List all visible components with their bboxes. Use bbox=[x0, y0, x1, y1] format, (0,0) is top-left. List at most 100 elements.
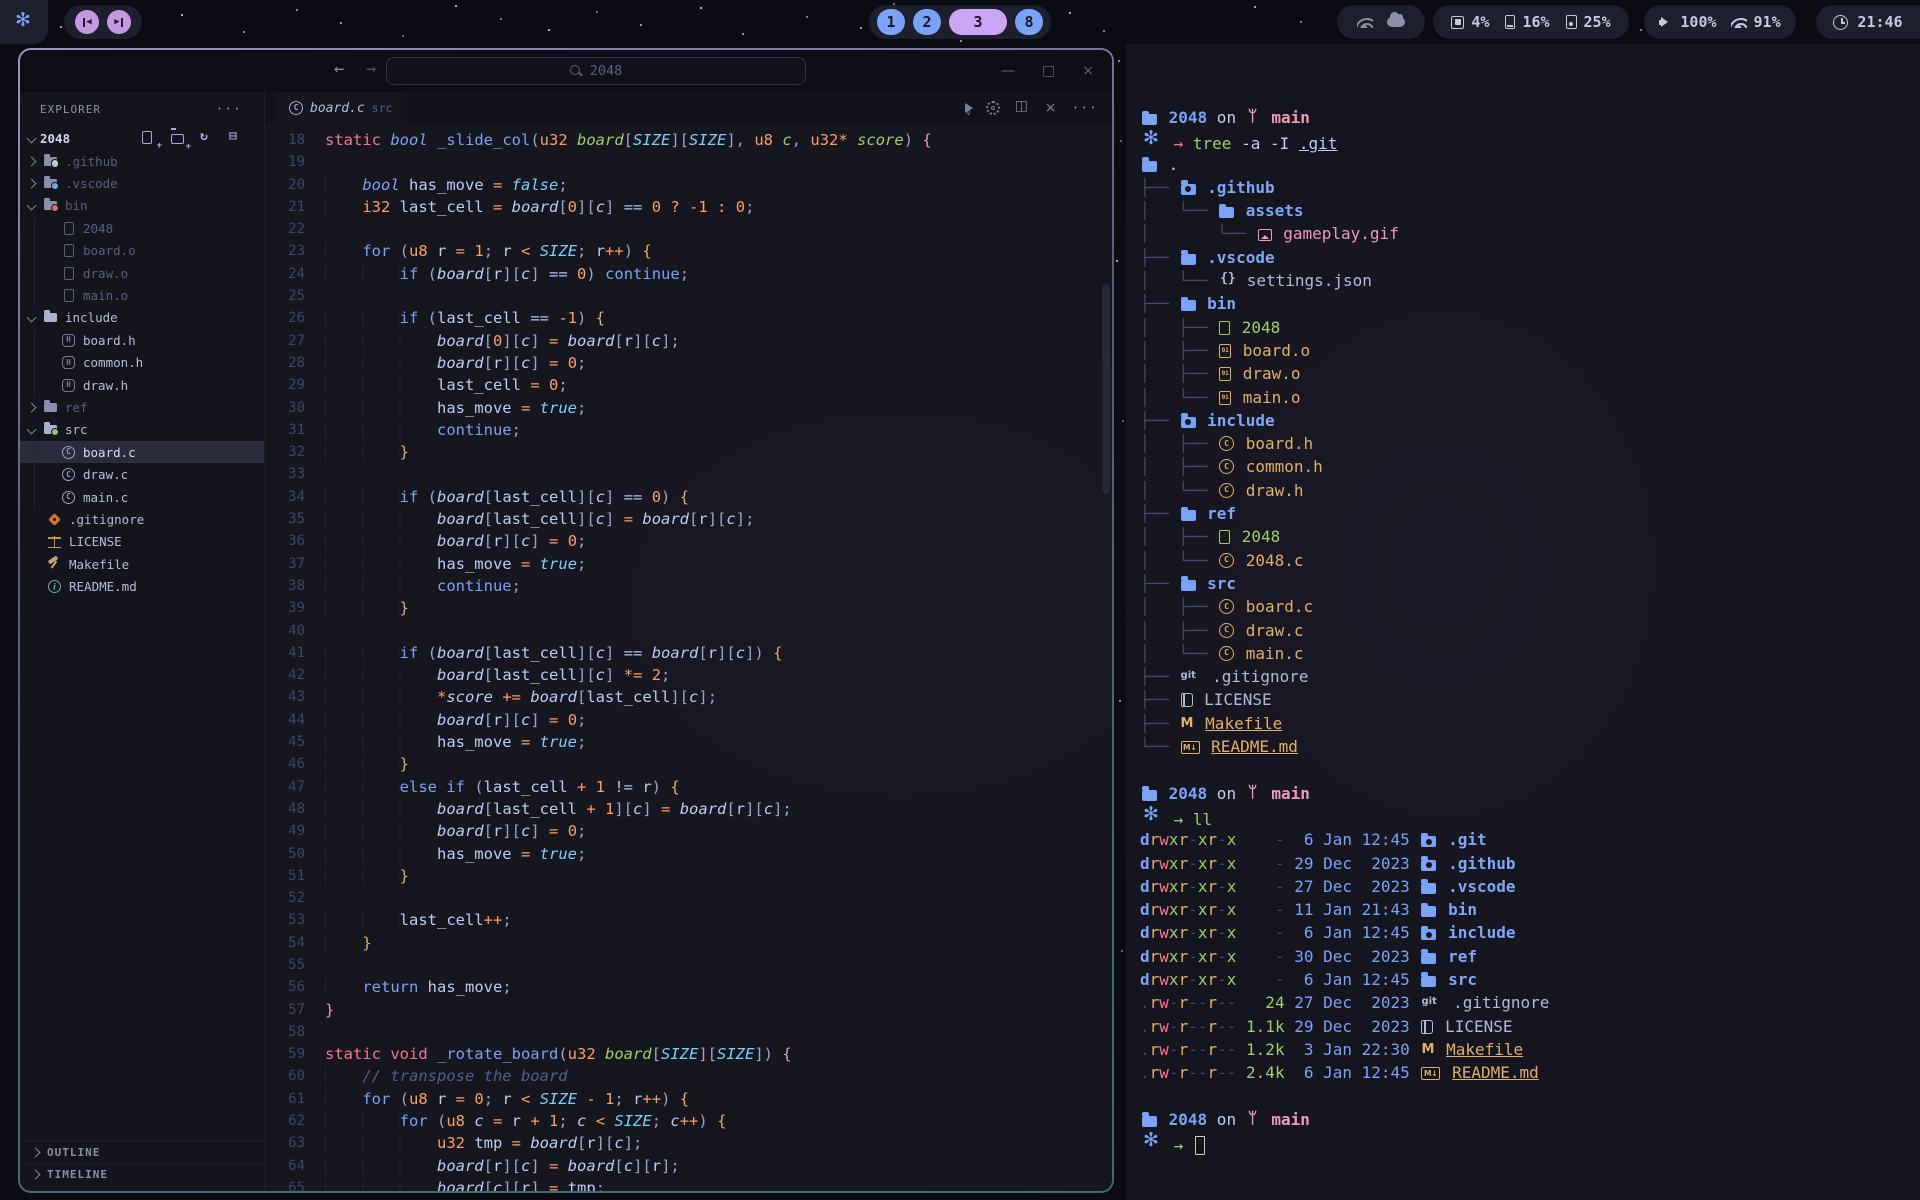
code-line-18[interactable]: 18static bool _slide_col(u32 board[SIZE]… bbox=[265, 129, 1112, 151]
code-line-20[interactable]: 20 bool has_move = false; bbox=[265, 174, 1112, 196]
code-line-34[interactable]: 34 if (board[last_cell][c] == 0) { bbox=[265, 486, 1112, 508]
file-tree-item-.github[interactable]: .github bbox=[20, 150, 264, 172]
code-editor[interactable]: 18static bool _slide_col(u32 board[SIZE]… bbox=[265, 124, 1112, 1191]
workspace-button-8[interactable]: 8 bbox=[1015, 9, 1043, 35]
explorer-more-actions[interactable]: ··· bbox=[216, 102, 242, 117]
workspace-button-2[interactable]: 2 bbox=[913, 9, 941, 35]
code-line-19[interactable]: 19 bbox=[265, 151, 1112, 173]
code-line-64[interactable]: 64 board[r][c] = board[c][r]; bbox=[265, 1155, 1112, 1177]
file-tree-item-draw.o[interactable]: draw.o bbox=[20, 262, 264, 284]
close-button[interactable]: × bbox=[1082, 63, 1094, 79]
file-tree-item-board.o[interactable]: board.o bbox=[20, 240, 264, 262]
maximize-button[interactable]: □ bbox=[1042, 63, 1055, 79]
close-editor-icon[interactable]: × bbox=[1045, 100, 1057, 116]
file-tree-item-common.h[interactable]: common.h bbox=[20, 352, 264, 374]
code-line-59[interactable]: 59static void _rotate_board(u32 board[SI… bbox=[265, 1043, 1112, 1065]
code-line-33[interactable]: 33 bbox=[265, 463, 1112, 485]
minimize-button[interactable]: — bbox=[1001, 63, 1015, 79]
file-tree-item-src[interactable]: src bbox=[20, 419, 264, 441]
code-line-47[interactable]: 47 else if (last_cell + 1 != r) { bbox=[265, 776, 1112, 798]
code-line-62[interactable]: 62 for (u8 c = r + 1; c < SIZE; c++) { bbox=[265, 1110, 1112, 1132]
code-line-49[interactable]: 49 board[r][c] = 0; bbox=[265, 820, 1112, 842]
code-line-25[interactable]: 25 bbox=[265, 285, 1112, 307]
code-line-26[interactable]: 26 if (last_cell == -1) { bbox=[265, 307, 1112, 329]
audio-network-widget[interactable]: 100% 91% bbox=[1644, 5, 1796, 39]
code-line-50[interactable]: 50 has_move = true; bbox=[265, 843, 1112, 865]
code-line-28[interactable]: 28 board[r][c] = 0; bbox=[265, 352, 1112, 374]
file-tree-item-board.h[interactable]: board.h bbox=[20, 329, 264, 351]
workspace-button-1[interactable]: 1 bbox=[877, 9, 905, 35]
run-task-button[interactable]: ∨ bbox=[964, 100, 971, 117]
file-tree-item-Makefile[interactable]: Makefile bbox=[20, 553, 264, 575]
new-folder-button[interactable] bbox=[171, 131, 186, 146]
code-line-38[interactable]: 38 continue; bbox=[265, 575, 1112, 597]
launcher-button[interactable] bbox=[0, 0, 48, 44]
code-line-63[interactable]: 63 u32 tmp = board[r][c]; bbox=[265, 1132, 1112, 1154]
file-tree-item-draw.h[interactable]: draw.h bbox=[20, 374, 264, 396]
back-button[interactable]: ← bbox=[334, 59, 344, 79]
timeline-section[interactable]: TIMELINE bbox=[20, 1163, 264, 1185]
code-line-65[interactable]: 65 board[c][r] = tmp; bbox=[265, 1177, 1112, 1191]
code-line-32[interactable]: 32 } bbox=[265, 441, 1112, 463]
code-line-30[interactable]: 30 has_move = true; bbox=[265, 397, 1112, 419]
forward-button[interactable]: → bbox=[366, 59, 376, 79]
file-tree-item-include[interactable]: include bbox=[20, 307, 264, 329]
code-line-43[interactable]: 43 *score += board[last_cell][c]; bbox=[265, 686, 1112, 708]
collapse-folders-button[interactable] bbox=[229, 131, 244, 146]
code-line-27[interactable]: 27 board[0][c] = board[r][c]; bbox=[265, 330, 1112, 352]
code-line-48[interactable]: 48 board[last_cell + 1][c] = board[r][c]… bbox=[265, 798, 1112, 820]
workspace-root-row[interactable]: 2048 bbox=[20, 126, 264, 150]
code-line-37[interactable]: 37 has_move = true; bbox=[265, 553, 1112, 575]
code-line-46[interactable]: 46 } bbox=[265, 753, 1112, 775]
code-line-21[interactable]: 21 i32 last_cell = board[0][c] == 0 ? -1… bbox=[265, 196, 1112, 218]
file-tree-item-ref[interactable]: ref bbox=[20, 396, 264, 418]
code-line-57[interactable]: 57} bbox=[265, 999, 1112, 1021]
file-tree-item-board.c[interactable]: board.c bbox=[20, 441, 264, 463]
code-line-41[interactable]: 41 if (board[last_cell][c] == board[r][c… bbox=[265, 642, 1112, 664]
code-line-60[interactable]: 60 // transpose the board bbox=[265, 1065, 1112, 1087]
code-line-51[interactable]: 51 } bbox=[265, 865, 1112, 887]
code-line-23[interactable]: 23 for (u8 r = 1; r < SIZE; r++) { bbox=[265, 240, 1112, 262]
terminal-window[interactable]: 2048 on main → tree -a -I .git .├── .git… bbox=[1126, 44, 1920, 1200]
code-line-31[interactable]: 31 continue; bbox=[265, 419, 1112, 441]
new-file-button[interactable] bbox=[142, 131, 157, 146]
file-tree-item-bin[interactable]: bin bbox=[20, 195, 264, 217]
code-line-22[interactable]: 22 bbox=[265, 218, 1112, 240]
code-line-61[interactable]: 61 for (u8 r = 0; r < SIZE - 1; r++) { bbox=[265, 1088, 1112, 1110]
file-tree-item-.vscode[interactable]: .vscode bbox=[20, 172, 264, 194]
editor-scrollbar[interactable] bbox=[1102, 124, 1110, 1191]
code-line-56[interactable]: 56 return has_move; bbox=[265, 976, 1112, 998]
code-line-53[interactable]: 53 last_cell++; bbox=[265, 909, 1112, 931]
code-line-45[interactable]: 45 has_move = true; bbox=[265, 731, 1112, 753]
split-editor-icon[interactable] bbox=[1015, 101, 1030, 116]
file-tree-item-LICENSE[interactable]: LICENSE bbox=[20, 531, 264, 553]
code-line-55[interactable]: 55 bbox=[265, 954, 1112, 976]
file-tree-item-.gitignore[interactable]: .gitignore bbox=[20, 508, 264, 530]
file-tree-item-README.md[interactable]: README.md bbox=[20, 575, 264, 597]
code-line-29[interactable]: 29 last_cell = 0; bbox=[265, 374, 1112, 396]
media-prev-button[interactable]: ◀ bbox=[75, 10, 99, 34]
outline-section[interactable]: OUTLINE bbox=[20, 1141, 264, 1163]
file-tree-item-main.c[interactable]: main.c bbox=[20, 486, 264, 508]
tab-board-c[interactable]: board.c src bbox=[275, 92, 407, 124]
refresh-explorer-button[interactable] bbox=[200, 131, 215, 146]
clock-widget[interactable]: 21:46 bbox=[1816, 5, 1920, 39]
code-line-36[interactable]: 36 board[r][c] = 0; bbox=[265, 530, 1112, 552]
file-tree-item-main.o[interactable]: main.o bbox=[20, 284, 264, 306]
command-center-search[interactable]: 2048 bbox=[386, 57, 806, 85]
media-next-button[interactable]: ▶ bbox=[107, 10, 131, 34]
code-line-35[interactable]: 35 board[last_cell][c] = board[r][c]; bbox=[265, 508, 1112, 530]
code-line-54[interactable]: 54 } bbox=[265, 932, 1112, 954]
editor-more-actions[interactable]: ··· bbox=[1072, 101, 1098, 116]
code-line-52[interactable]: 52 bbox=[265, 887, 1112, 909]
code-line-44[interactable]: 44 board[r][c] = 0; bbox=[265, 709, 1112, 731]
code-line-24[interactable]: 24 if (board[r][c] == 0) continue; bbox=[265, 263, 1112, 285]
workspace-button-3[interactable]: 3 bbox=[949, 9, 1007, 35]
file-tree-item-draw.c[interactable]: draw.c bbox=[20, 463, 264, 485]
code-line-39[interactable]: 39 } bbox=[265, 597, 1112, 619]
code-line-40[interactable]: 40 bbox=[265, 620, 1112, 642]
gear-icon[interactable] bbox=[986, 101, 1000, 115]
code-line-42[interactable]: 42 board[last_cell][c] *= 2; bbox=[265, 664, 1112, 686]
file-tree-item-2048[interactable]: 2048 bbox=[20, 217, 264, 239]
code-line-58[interactable]: 58 bbox=[265, 1021, 1112, 1043]
